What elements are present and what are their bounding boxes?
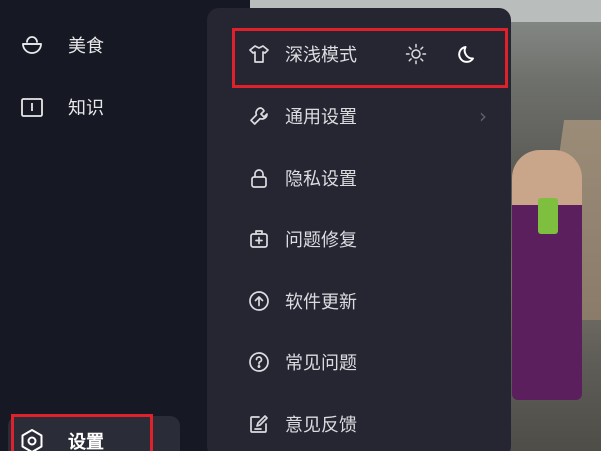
shirt-icon (247, 42, 271, 66)
edit-icon (247, 412, 271, 436)
theme-toggle (405, 43, 479, 65)
chevron-right-icon: › (479, 104, 487, 128)
menu-item-label: 软件更新 (285, 292, 357, 313)
menu-item-label: 意见反馈 (285, 415, 357, 436)
upload-circle-icon (247, 289, 271, 313)
menu-item-software-update[interactable]: 软件更新 (207, 275, 511, 327)
menu-item-general-settings[interactable]: 通用设置 › (207, 90, 511, 142)
sidebar-item-food[interactable]: 美食 (0, 20, 205, 70)
wrench-icon (247, 104, 271, 128)
sidebar: 美食 知识 设置 (0, 0, 205, 451)
menu-item-label: 隐私设置 (285, 169, 357, 190)
menu-item-label: 深浅模式 (285, 45, 357, 66)
menu-item-faq[interactable]: 常见问题 (207, 336, 511, 388)
basket-icon (18, 31, 46, 59)
menu-item-label: 问题修复 (285, 230, 357, 251)
sidebar-item-settings[interactable]: 设置 (8, 416, 180, 451)
menu-item-privacy-settings[interactable]: 隐私设置 (207, 152, 511, 204)
question-icon (247, 350, 271, 374)
repair-kit-icon (247, 227, 271, 251)
sidebar-item-label: 知识 (68, 98, 104, 119)
settings-icon (18, 427, 46, 451)
sidebar-item-label: 设置 (68, 432, 104, 451)
menu-item-repair[interactable]: 问题修复 (207, 213, 511, 265)
sidebar-item-knowledge[interactable]: 知识 (0, 82, 205, 132)
menu-item-label: 常见问题 (285, 353, 357, 374)
lock-icon (247, 166, 271, 190)
sidebar-item-label: 美食 (68, 36, 104, 57)
menu-item-label: 通用设置 (285, 107, 357, 128)
video-person (512, 150, 582, 400)
sun-icon[interactable] (405, 43, 427, 65)
menu-item-theme-mode[interactable]: 深浅模式 (207, 28, 511, 80)
moon-icon[interactable] (457, 43, 479, 65)
book-icon (18, 93, 46, 121)
menu-item-feedback[interactable]: 意见反馈 (207, 398, 511, 450)
video-phone (538, 198, 558, 234)
settings-menu: 深浅模式 通用设置 › 隐私设置 问题修复 软件更新 常见问题 意见反馈 (207, 8, 511, 451)
